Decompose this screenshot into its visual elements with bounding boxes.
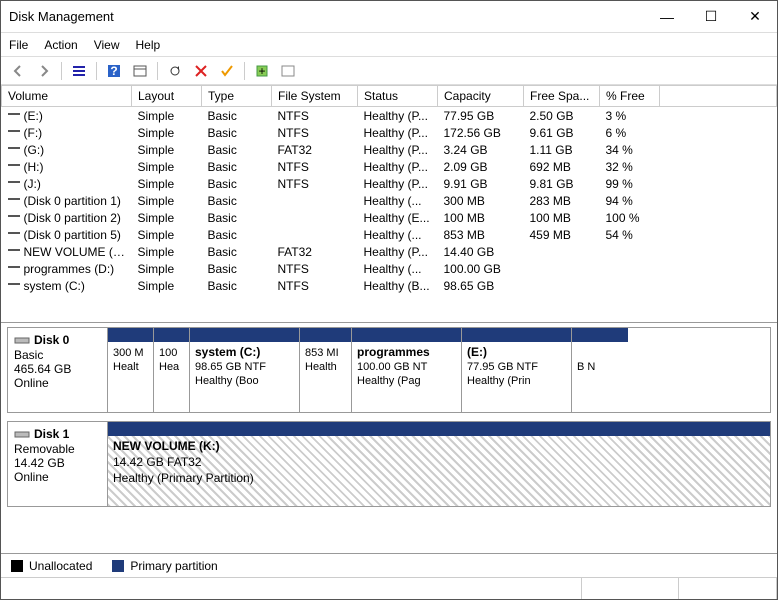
delete-icon[interactable]	[190, 60, 212, 82]
refresh-icon[interactable]	[164, 60, 186, 82]
window-icon[interactable]	[277, 60, 299, 82]
back-button[interactable]	[7, 60, 29, 82]
legend: Unallocated Primary partition	[1, 553, 777, 577]
disk-icon	[14, 332, 30, 348]
partition[interactable]: 300 MHealt	[108, 328, 154, 412]
window-title: Disk Management	[9, 9, 645, 24]
check-icon[interactable]	[216, 60, 238, 82]
partition[interactable]: system (C:)98.65 GB NTFHealthy (Boo	[190, 328, 300, 412]
table-row[interactable]: (E:)SimpleBasicNTFSHealthy (P...77.95 GB…	[2, 107, 777, 125]
table-row[interactable]: (G:)SimpleBasicFAT32Healthy (P...3.24 GB…	[2, 141, 777, 158]
help-icon[interactable]: ?	[103, 60, 125, 82]
settings-button[interactable]	[129, 60, 151, 82]
col-free[interactable]: Free Spa...	[524, 86, 600, 107]
col-status[interactable]: Status	[358, 86, 438, 107]
table-row[interactable]: NEW VOLUME (K:)SimpleBasicFAT32Healthy (…	[2, 243, 777, 260]
table-row[interactable]: programmes (D:)SimpleBasicNTFSHealthy (.…	[2, 260, 777, 277]
disk-management-window: Disk Management — ☐ ✕ File Action View H…	[0, 0, 778, 600]
menu-help[interactable]: Help	[136, 38, 161, 52]
svg-text:?: ?	[110, 64, 117, 78]
partition[interactable]: 100Hea	[154, 328, 190, 412]
new-icon[interactable]: +	[251, 60, 273, 82]
partition[interactable]: programmes100.00 GB NTHealthy (Pag	[352, 328, 462, 412]
col-pct[interactable]: % Free	[600, 86, 660, 107]
header-row: Volume Layout Type File System Status Ca…	[2, 86, 777, 107]
menubar: File Action View Help	[1, 33, 777, 57]
partition[interactable]: B N	[572, 328, 628, 412]
table-row[interactable]: (Disk 0 partition 2)SimpleBasicHealthy (…	[2, 209, 777, 226]
partition[interactable]: (E:)77.95 GB NTFHealthy (Prin	[462, 328, 572, 412]
col-layout[interactable]: Layout	[132, 86, 202, 107]
table-row[interactable]: (J:)SimpleBasicNTFSHealthy (P...9.91 GB9…	[2, 175, 777, 192]
toolbar: ? +	[1, 57, 777, 85]
disk-graphical-view: Disk 0 Basic 465.64 GB Online 300 MHealt…	[1, 323, 777, 553]
volume-list: Volume Layout Type File System Status Ca…	[1, 85, 777, 323]
table-row[interactable]: (F:)SimpleBasicNTFSHealthy (P...172.56 G…	[2, 124, 777, 141]
col-capacity[interactable]: Capacity	[438, 86, 524, 107]
menu-view[interactable]: View	[94, 38, 120, 52]
partition[interactable]: 853 MIHealth	[300, 328, 352, 412]
table-row[interactable]: (H:)SimpleBasicNTFSHealthy (P...2.09 GB6…	[2, 158, 777, 175]
disk-icon	[14, 426, 30, 442]
titlebar: Disk Management — ☐ ✕	[1, 1, 777, 33]
minimize-button[interactable]: —	[645, 2, 689, 32]
table-row[interactable]: (Disk 0 partition 5)SimpleBasicHealthy (…	[2, 226, 777, 243]
table-row[interactable]: system (C:)SimpleBasicNTFSHealthy (B...9…	[2, 277, 777, 294]
svg-text:+: +	[258, 64, 265, 78]
col-volume[interactable]: Volume	[2, 86, 132, 107]
disk-0-row: Disk 0 Basic 465.64 GB Online 300 MHealt…	[7, 327, 771, 413]
legend-primary: Primary partition	[112, 559, 217, 573]
legend-unallocated: Unallocated	[11, 559, 92, 573]
disk-1-info[interactable]: Disk 1 Removable 14.42 GB Online	[8, 422, 108, 506]
disk-1-row: Disk 1 Removable 14.42 GB Online NEW VOL…	[7, 421, 771, 507]
col-type[interactable]: Type	[202, 86, 272, 107]
table-row[interactable]: (Disk 0 partition 1)SimpleBasicHealthy (…	[2, 192, 777, 209]
disk-0-info[interactable]: Disk 0 Basic 465.64 GB Online	[8, 328, 108, 412]
statusbar	[1, 577, 777, 599]
menu-file[interactable]: File	[9, 38, 28, 52]
col-fs[interactable]: File System	[272, 86, 358, 107]
maximize-button[interactable]: ☐	[689, 2, 733, 32]
forward-button[interactable]	[33, 60, 55, 82]
partition-k[interactable]: NEW VOLUME (K:)14.42 GB FAT32Healthy (Pr…	[108, 422, 770, 506]
close-button[interactable]: ✕	[733, 2, 777, 32]
menu-action[interactable]: Action	[44, 38, 77, 52]
list-view-button[interactable]	[68, 60, 90, 82]
